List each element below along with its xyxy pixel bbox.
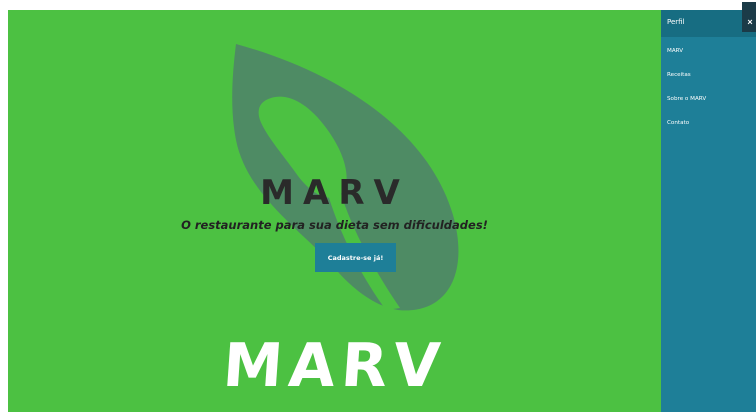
hero-title: MARV (260, 173, 409, 213)
signup-button[interactable]: Cadastre-se já! (315, 243, 396, 272)
close-icon[interactable]: × (742, 2, 756, 32)
side-menu: Perfil × MARV Receitas Sobre o MARV Cont… (661, 2, 756, 412)
menu-item-sobre[interactable]: Sobre o MARV (667, 95, 706, 119)
menu-item-receitas[interactable]: Receitas (667, 71, 706, 95)
menu-item-contato[interactable]: Contato (667, 119, 706, 143)
menu-item-marv[interactable]: MARV (667, 47, 706, 71)
hero-banner: MARV O restaurante para sua dieta sem di… (8, 10, 661, 412)
side-menu-list: MARV Receitas Sobre o MARV Contato (667, 47, 706, 143)
page-frame: MARV O restaurante para sua dieta sem di… (0, 0, 756, 412)
profile-label: Perfil (667, 18, 685, 26)
hero-tagline: O restaurante para sua dieta sem dificul… (181, 218, 488, 232)
marv-logo-text: MARV (220, 331, 449, 401)
